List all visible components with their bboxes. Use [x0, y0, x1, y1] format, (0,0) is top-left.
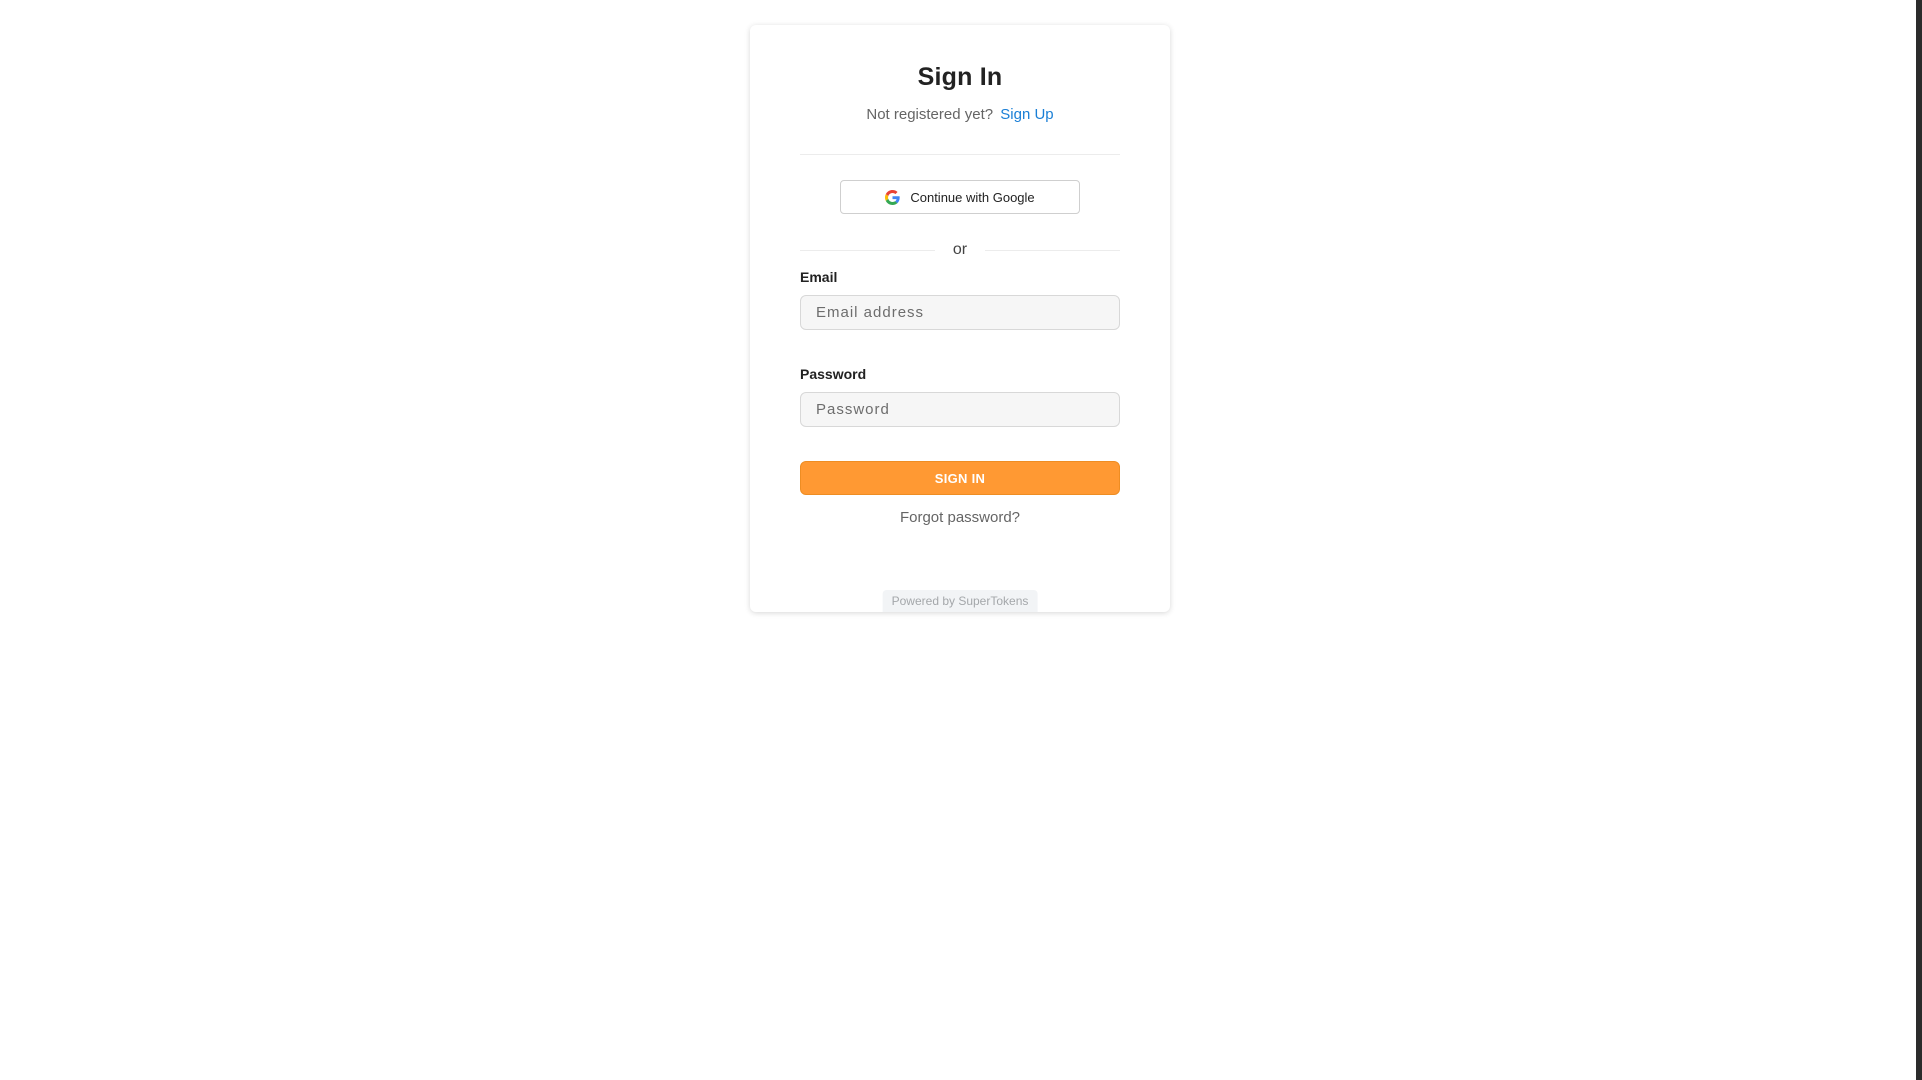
header-divider: [800, 154, 1120, 155]
or-label: or: [952, 241, 968, 258]
password-label: Password: [800, 366, 867, 382]
page: Sign In Not registered yet? Sign Up Cont…: [0, 0, 1922, 1080]
signup-prompt: Not registered yet? Sign Up: [800, 105, 1120, 125]
email-label: Email: [800, 269, 838, 285]
separator-line-right: [985, 249, 1121, 251]
google-icon: [885, 189, 901, 205]
window-edge: [1916, 0, 1922, 1080]
or-separator: or: [800, 240, 1121, 260]
separator-line-left: [800, 249, 935, 251]
forgot-password-link[interactable]: Forgot password?: [800, 508, 1120, 528]
page-title: Sign In: [917, 63, 1003, 91]
email-field[interactable]: [800, 295, 1120, 330]
continue-with-google-button[interactable]: Continue with Google: [840, 180, 1080, 214]
sign-in-card: Sign In Not registered yet? Sign Up Cont…: [750, 25, 1170, 612]
signup-prompt-text: Not registered yet?: [866, 106, 994, 123]
password-field[interactable]: [800, 392, 1120, 427]
sign-up-link[interactable]: Sign Up: [1000, 106, 1053, 123]
sign-in-button[interactable]: SIGN IN: [800, 461, 1120, 495]
continue-with-google-label: Continue with Google: [910, 189, 1035, 205]
powered-by-badge: Powered by SuperTokens: [882, 590, 1038, 612]
